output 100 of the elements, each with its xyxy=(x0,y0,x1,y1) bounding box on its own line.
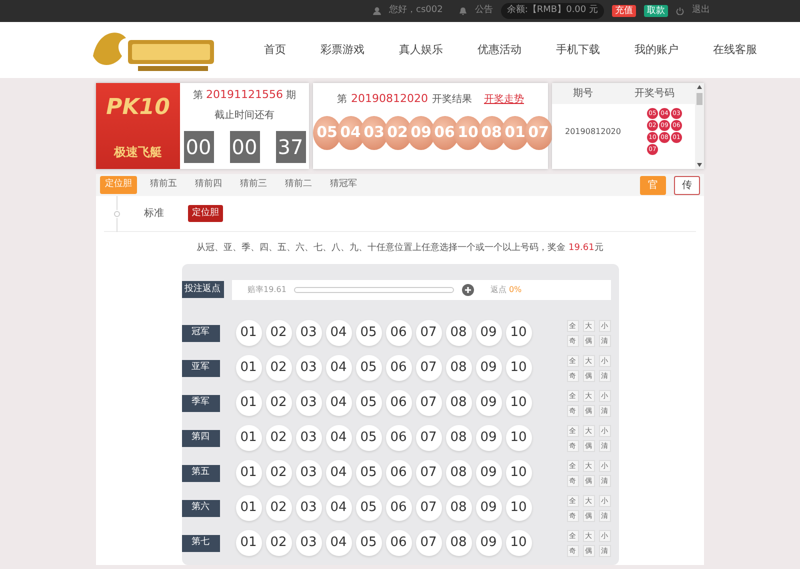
number-ball[interactable]: 03 xyxy=(296,320,322,346)
play-tab[interactable]: 猜前二 xyxy=(280,176,317,194)
number-ball[interactable]: 04 xyxy=(326,495,352,521)
number-ball[interactable]: 05 xyxy=(356,355,382,381)
number-ball[interactable]: 07 xyxy=(416,495,442,521)
number-ball[interactable]: 08 xyxy=(446,320,472,346)
number-ball[interactable]: 02 xyxy=(266,460,292,486)
number-ball[interactable]: 07 xyxy=(416,460,442,486)
number-ball[interactable]: 02 xyxy=(266,530,292,556)
draw-issue-number: 20190812020 xyxy=(351,91,428,107)
number-ball[interactable]: 05 xyxy=(356,320,382,346)
number-ball[interactable]: 06 xyxy=(386,390,412,416)
position-label: 冠军 xyxy=(182,324,220,342)
number-ball[interactable]: 01 xyxy=(236,460,262,486)
number-ball[interactable]: 04 xyxy=(326,425,352,451)
trend-link[interactable]: 开奖走势 xyxy=(484,92,524,107)
number-ball[interactable]: 03 xyxy=(296,390,322,416)
number-ball[interactable]: 08 xyxy=(446,495,472,521)
number-ball[interactable]: 04 xyxy=(326,530,352,556)
number-ball[interactable]: 05 xyxy=(356,425,382,451)
number-ball[interactable]: 08 xyxy=(446,390,472,416)
number-ball[interactable]: 02 xyxy=(266,390,292,416)
number-ball[interactable]: 05 xyxy=(356,530,382,556)
number-ball[interactable]: 02 xyxy=(266,320,292,346)
number-ball[interactable]: 08 xyxy=(446,530,472,556)
countdown-digits: 37 xyxy=(276,130,306,162)
position-label: 季军 xyxy=(182,394,220,412)
number-ball[interactable]: 09 xyxy=(476,390,502,416)
number-ball[interactable]: 09 xyxy=(476,495,502,521)
number-ball[interactable]: 08 xyxy=(446,425,472,451)
number-ball[interactable]: 10 xyxy=(506,460,532,486)
number-ball[interactable]: 07 xyxy=(416,320,442,346)
number-ball[interactable]: 08 xyxy=(446,460,472,486)
number-ball[interactable]: 06 xyxy=(386,320,412,346)
number-ball[interactable]: 10 xyxy=(506,390,532,416)
number-ball[interactable]: 02 xyxy=(266,355,292,381)
number-ball[interactable]: 01 xyxy=(236,530,262,556)
number-ball[interactable]: 04 xyxy=(326,355,352,381)
number-ball[interactable]: 03 xyxy=(296,530,322,556)
nav-link[interactable]: 我的账户 xyxy=(634,42,678,58)
number-ball[interactable]: 01 xyxy=(236,390,262,416)
number-ball[interactable]: 09 xyxy=(476,530,502,556)
result-ball: 07 xyxy=(524,116,552,150)
number-ball[interactable]: 03 xyxy=(296,495,322,521)
deposit-button[interactable]: 充值 xyxy=(612,4,636,18)
slider-track[interactable] xyxy=(294,286,454,292)
number-ball[interactable]: 01 xyxy=(236,355,262,381)
user-icon xyxy=(373,7,382,15)
number-ball[interactable]: 03 xyxy=(296,425,322,451)
play-tab[interactable]: 猜前五 xyxy=(145,176,182,194)
countdown-label: 截止时间还有 xyxy=(214,108,274,122)
number-ball[interactable]: 03 xyxy=(296,355,322,381)
number-ball[interactable]: 07 xyxy=(416,355,442,381)
nav-link[interactable]: 手机下载 xyxy=(556,42,600,58)
number-ball[interactable]: 07 xyxy=(416,530,442,556)
play-tab[interactable]: 猜前四 xyxy=(190,176,227,194)
number-ball[interactable]: 01 xyxy=(236,425,262,451)
number-ball[interactable]: 06 xyxy=(386,355,412,381)
number-ball[interactable]: 09 xyxy=(476,320,502,346)
power-icon xyxy=(676,7,684,15)
number-ball[interactable]: 04 xyxy=(326,460,352,486)
nav-link[interactable]: 在线客服 xyxy=(713,42,757,58)
number-ball[interactable]: 05 xyxy=(356,495,382,521)
play-tab[interactable]: 猜前三 xyxy=(235,176,272,194)
number-ball[interactable]: 02 xyxy=(266,495,292,521)
number-ball[interactable]: 06 xyxy=(386,460,412,486)
number-ball[interactable]: 09 xyxy=(476,425,502,451)
number-ball[interactable]: 06 xyxy=(386,425,412,451)
mode-button[interactable]: 传 xyxy=(674,176,700,194)
number-ball[interactable]: 10 xyxy=(506,530,532,556)
nav-link[interactable]: 真人娱乐 xyxy=(399,42,443,58)
number-ball[interactable]: 01 xyxy=(236,495,262,521)
notice-link[interactable]: 公告 xyxy=(474,4,493,18)
number-ball[interactable]: 06 xyxy=(386,530,412,556)
number-ball[interactable]: 08 xyxy=(446,355,472,381)
nav-link[interactable]: 优惠活动 xyxy=(478,42,522,58)
number-ball[interactable]: 03 xyxy=(296,460,322,486)
result-ball: 02 xyxy=(384,116,412,150)
number-ball[interactable]: 09 xyxy=(476,460,502,486)
number-ball[interactable]: 10 xyxy=(506,495,532,521)
number-ball[interactable]: 04 xyxy=(326,320,352,346)
number-ball[interactable]: 05 xyxy=(356,390,382,416)
number-ball[interactable]: 05 xyxy=(356,460,382,486)
number-ball[interactable]: 07 xyxy=(416,425,442,451)
position-label: 第六 xyxy=(182,500,220,516)
number-ball[interactable]: 04 xyxy=(326,390,352,416)
number-ball[interactable]: 07 xyxy=(416,390,442,416)
number-ball[interactable]: 02 xyxy=(266,425,292,451)
column-header: 开奖号码 xyxy=(634,87,674,101)
nav-link[interactable]: 首页 xyxy=(264,42,286,58)
number-ball[interactable]: 10 xyxy=(506,320,532,346)
play-tab[interactable]: 猜冠军 xyxy=(325,176,362,194)
logout-link[interactable]: 退出 xyxy=(692,4,710,18)
sub-tab[interactable]: 定位胆 xyxy=(188,204,223,222)
number-ball[interactable]: 01 xyxy=(236,320,262,346)
number-ball[interactable]: 10 xyxy=(506,425,532,451)
number-ball[interactable]: 10 xyxy=(506,355,532,381)
number-ball[interactable]: 06 xyxy=(386,495,412,521)
nav-link[interactable]: 彩票游戏 xyxy=(320,42,364,58)
number-ball[interactable]: 09 xyxy=(476,355,502,381)
